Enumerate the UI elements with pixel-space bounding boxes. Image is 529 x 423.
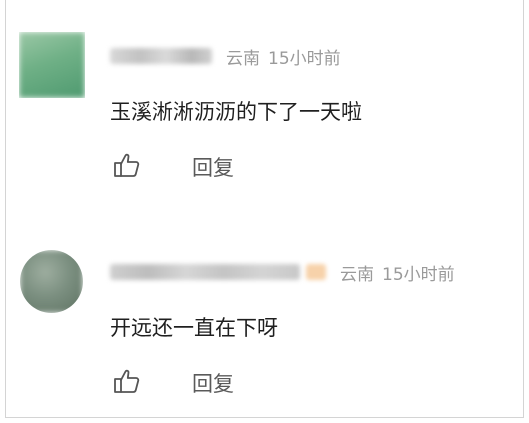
reply-button[interactable]: 回复 bbox=[192, 152, 234, 182]
thumbs-up-icon bbox=[112, 150, 142, 184]
timestamp: 15小时前 bbox=[268, 48, 341, 69]
comment-meta: 云南 15小时前 bbox=[110, 259, 455, 285]
avatar[interactable] bbox=[20, 250, 83, 313]
like-button[interactable] bbox=[110, 150, 144, 184]
comment-text: 开远还一直在下呀 bbox=[110, 316, 278, 340]
username-blurred[interactable] bbox=[110, 264, 300, 280]
reply-button[interactable]: 回复 bbox=[192, 368, 234, 398]
username-blurred[interactable] bbox=[110, 48, 212, 64]
comment-actions: 回复 bbox=[110, 150, 234, 184]
location-label: 云南 bbox=[340, 264, 374, 285]
location-label: 云南 bbox=[226, 48, 260, 69]
avatar[interactable] bbox=[19, 32, 85, 98]
comment-actions: 回复 bbox=[110, 366, 234, 400]
user-badge-blurred bbox=[306, 264, 326, 280]
comment-text: 玉溪淅淅沥沥的下了一天啦 bbox=[110, 100, 362, 124]
timestamp: 15小时前 bbox=[382, 264, 455, 285]
like-button[interactable] bbox=[110, 366, 144, 400]
thumbs-up-icon bbox=[112, 366, 142, 400]
comment-meta: 云南 15小时前 bbox=[110, 43, 341, 69]
comment-list: 云南 15小时前 玉溪淅淅沥沥的下了一天啦 回复 云南 15小时前 开远还一直在… bbox=[5, 0, 524, 418]
